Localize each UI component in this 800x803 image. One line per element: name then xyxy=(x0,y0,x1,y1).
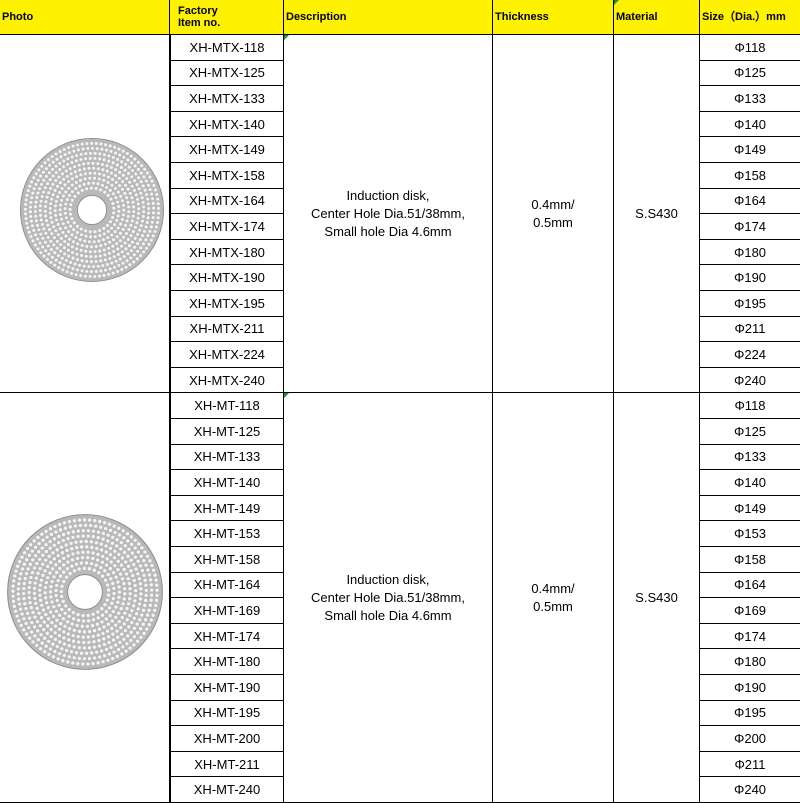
item-no-cell[interactable]: XH-MT-133 xyxy=(170,444,284,471)
size-cell[interactable]: Φ164 xyxy=(700,573,800,599)
item-no-cell[interactable]: XH-MTX-190 xyxy=(170,265,284,291)
size-cell[interactable]: Φ164 xyxy=(700,189,800,215)
item-no-cell[interactable]: XH-MT-149 xyxy=(170,495,284,522)
item-no-cell[interactable]: XH-MT-164 xyxy=(170,572,284,599)
size-cell[interactable]: Φ224 xyxy=(700,342,800,368)
item-no-cell[interactable]: XH-MTX-211 xyxy=(170,316,284,343)
size-cell[interactable]: Φ140 xyxy=(700,112,800,138)
size-cell[interactable]: Φ174 xyxy=(700,214,800,240)
item-no-cell[interactable]: XH-MT-200 xyxy=(170,726,284,752)
item-no-cell[interactable]: XH-MT-140 xyxy=(170,470,284,496)
size-cell[interactable]: Φ211 xyxy=(700,317,800,343)
size-cell[interactable]: Φ195 xyxy=(700,701,800,727)
item-no-cell[interactable]: XH-MTX-149 xyxy=(170,137,284,163)
size-cell[interactable]: Φ240 xyxy=(700,368,800,394)
item-no-cell[interactable]: XH-MT-240 xyxy=(170,777,284,803)
size-cell[interactable]: Φ140 xyxy=(700,470,800,496)
item-no-cell[interactable]: XH-MTX-195 xyxy=(170,291,284,317)
header-size[interactable]: Size（Dia.）mm xyxy=(700,0,800,35)
size-cell[interactable]: Φ118 xyxy=(700,35,800,61)
size-cell[interactable]: Φ158 xyxy=(700,163,800,189)
item-no-cell[interactable]: XH-MT-195 xyxy=(170,700,284,727)
size-cell[interactable]: Φ169 xyxy=(700,598,800,624)
size-cell[interactable]: Φ240 xyxy=(700,777,800,803)
item-no-cell[interactable]: XH-MTX-118 xyxy=(170,35,284,61)
item-no-cell[interactable]: XH-MT-190 xyxy=(170,675,284,701)
size-cell[interactable]: Φ195 xyxy=(700,291,800,317)
size-cell[interactable]: Φ125 xyxy=(700,61,800,87)
header-material[interactable]: Material xyxy=(614,0,700,35)
size-cell[interactable]: Φ174 xyxy=(700,624,800,650)
item-no-cell[interactable]: XH-MTX-174 xyxy=(170,214,284,240)
size-cell[interactable]: Φ133 xyxy=(700,445,800,471)
item-no-cell[interactable]: XH-MT-153 xyxy=(170,521,284,547)
item-no-cell[interactable]: XH-MTX-158 xyxy=(170,163,284,189)
item-no-cell[interactable]: XH-MTX-180 xyxy=(170,239,284,266)
item-no-cell[interactable]: XH-MT-118 xyxy=(170,393,284,419)
header-photo[interactable]: Photo xyxy=(0,0,170,35)
description-cell[interactable]: Induction disk, Center Hole Dia.51/38mm,… xyxy=(284,393,493,803)
item-no-cell[interactable]: XH-MTX-133 xyxy=(170,86,284,112)
header-item-no[interactable]: Factory Item no. xyxy=(170,0,284,35)
size-cell[interactable]: Φ149 xyxy=(700,496,800,522)
size-cell[interactable]: Φ158 xyxy=(700,547,800,573)
size-cell[interactable]: Φ200 xyxy=(700,726,800,752)
thickness-cell[interactable]: 0.4mm/ 0.5mm xyxy=(493,35,614,394)
comment-marker-icon xyxy=(284,393,289,399)
size-cell[interactable]: Φ149 xyxy=(700,137,800,163)
header-description[interactable]: Description xyxy=(284,0,493,35)
material-cell[interactable]: S.S430 xyxy=(614,393,700,803)
item-no-cell[interactable]: XH-MT-158 xyxy=(170,547,284,573)
size-cell[interactable]: Φ180 xyxy=(700,240,800,266)
size-cell[interactable]: Φ180 xyxy=(700,649,800,675)
item-no-cell[interactable]: XH-MT-174 xyxy=(170,623,284,650)
size-cell[interactable]: Φ190 xyxy=(700,265,800,291)
size-cell[interactable]: Φ125 xyxy=(700,419,800,445)
size-cell[interactable]: Φ118 xyxy=(700,393,800,419)
thickness-cell[interactable]: 0.4mm/ 0.5mm xyxy=(493,393,614,803)
material-cell[interactable]: S.S430 xyxy=(614,35,700,394)
item-no-cell[interactable]: XH-MT-169 xyxy=(170,598,284,624)
size-cell[interactable]: Φ211 xyxy=(700,752,800,778)
item-no-cell[interactable]: XH-MTX-125 xyxy=(170,60,284,87)
size-cell[interactable]: Φ133 xyxy=(700,86,800,112)
item-no-cell[interactable]: XH-MTX-224 xyxy=(170,342,284,368)
item-no-cell[interactable]: XH-MTX-240 xyxy=(170,367,284,394)
item-no-cell[interactable]: XH-MT-180 xyxy=(170,649,284,675)
item-no-cell[interactable]: XH-MTX-140 xyxy=(170,111,284,138)
comment-marker-icon xyxy=(614,0,619,5)
product-spec-table: Photo Factory Item no. Description Thick… xyxy=(0,0,800,803)
item-no-cell[interactable]: XH-MT-125 xyxy=(170,419,284,445)
comment-marker-icon xyxy=(284,35,289,40)
item-no-cell[interactable]: XH-MT-211 xyxy=(170,751,284,778)
size-cell[interactable]: Φ190 xyxy=(700,675,800,701)
item-no-cell[interactable]: XH-MTX-164 xyxy=(170,188,284,215)
description-cell[interactable]: Induction disk, Center Hole Dia.51/38mm,… xyxy=(284,35,493,394)
header-thickness[interactable]: Thickness xyxy=(493,0,614,35)
perforated-disk-icon xyxy=(20,138,164,283)
perforated-disk-icon xyxy=(7,514,163,671)
size-cell[interactable]: Φ153 xyxy=(700,521,800,547)
